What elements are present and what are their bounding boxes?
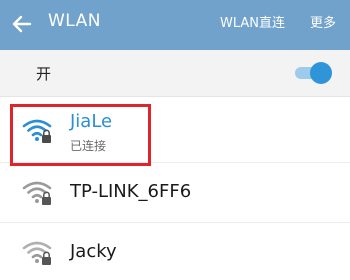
- network-ssid: Jacky: [70, 241, 117, 262]
- more-button[interactable]: 更多: [310, 12, 336, 31]
- network-item-jacky[interactable]: Jacky: [0, 223, 350, 280]
- back-arrow-icon[interactable]: [10, 12, 34, 36]
- network-item-jiale[interactable]: JiaLe 已连接: [0, 97, 350, 163]
- app-header: WLAN WLAN直连 更多: [0, 0, 350, 50]
- wlan-toggle-row[interactable]: 开: [0, 50, 350, 97]
- wlan-toggle-label: 开: [36, 65, 52, 83]
- switch-knob: [310, 62, 332, 84]
- network-ssid: JiaLe: [70, 111, 113, 132]
- wifi-lock-icon: [22, 241, 52, 265]
- wlan-switch[interactable]: [293, 62, 332, 84]
- network-list: JiaLe 已连接 TP-LINK_6FF6 Jacky: [0, 97, 350, 280]
- network-ssid: TP-LINK_6FF6: [70, 181, 192, 202]
- network-item-tp-link[interactable]: TP-LINK_6FF6: [0, 163, 350, 223]
- wifi-lock-icon: [22, 181, 52, 205]
- page-title: WLAN: [48, 11, 102, 31]
- wlan-direct-button[interactable]: WLAN直连: [220, 12, 285, 31]
- network-status: 已连接: [70, 139, 107, 153]
- wifi-lock-icon: [22, 119, 52, 143]
